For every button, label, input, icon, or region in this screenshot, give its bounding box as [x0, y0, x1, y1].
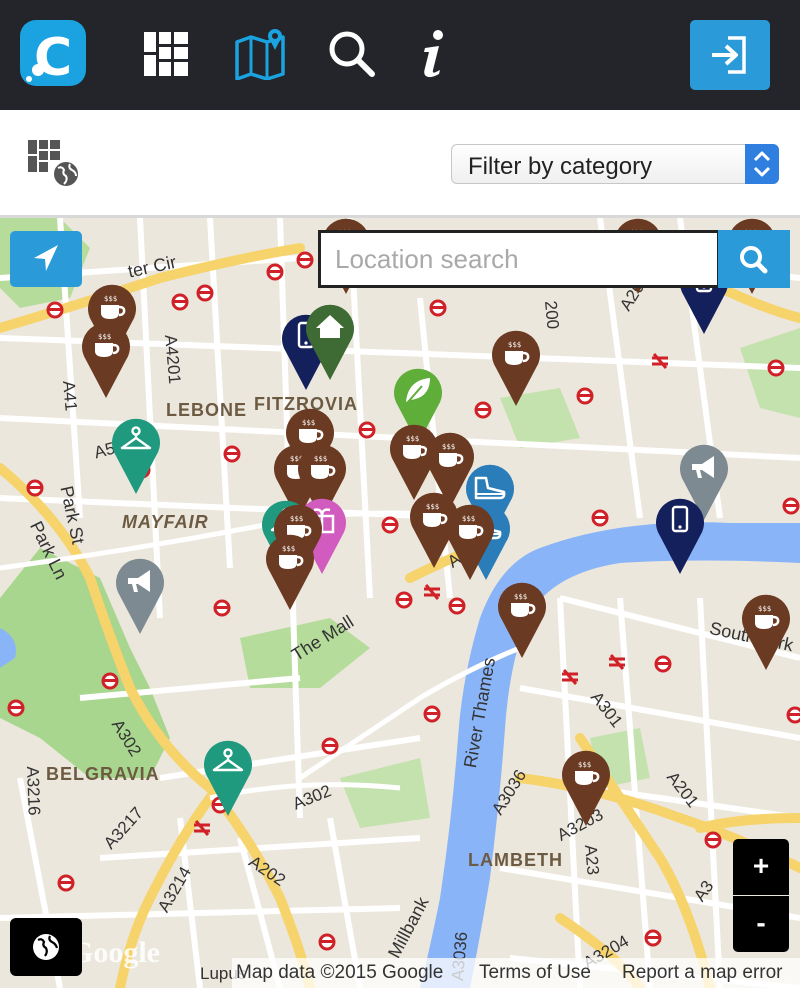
- map-marker-icon[interactable]: [234, 28, 286, 80]
- terms-of-use-link[interactable]: Terms of Use: [479, 962, 591, 984]
- report-map-error-link[interactable]: Report a map error: [622, 962, 783, 984]
- svg-text:$$$: $$$: [104, 295, 117, 303]
- svg-text:$$$: $$$: [442, 443, 455, 451]
- svg-text:$$$: $$$: [426, 503, 439, 511]
- sign-in-icon: [712, 36, 746, 74]
- map-type-button[interactable]: [10, 918, 82, 976]
- svg-text:$$$: $$$: [758, 605, 771, 613]
- cafe-pin-icon[interactable]: $$$: [560, 748, 612, 828]
- map-pins: $$$ $$$ $$$ $$$ $$$ $$$ $$$ $$$ $$$ $$$ $$$ $$$ $$$ $…: [0, 218, 800, 988]
- location-search-button[interactable]: [718, 230, 790, 288]
- category-filter-label: Filter by category: [468, 153, 653, 180]
- logo-dot: [32, 64, 44, 76]
- svg-text:$$$: $$$: [578, 761, 591, 769]
- zoom-out-button[interactable]: -: [733, 896, 789, 952]
- svg-text:$$$: $$$: [282, 545, 295, 553]
- svg-text:$$$: $$$: [406, 435, 419, 443]
- filter-bar: Filter by category: [0, 110, 800, 218]
- cafe-pin-icon[interactable]: $$$: [490, 328, 542, 408]
- svg-text:$$$: $$$: [508, 341, 521, 349]
- home-pin-icon[interactable]: [304, 302, 356, 382]
- svg-text:$$$: $$$: [98, 333, 111, 341]
- grid-icon[interactable]: [140, 28, 192, 80]
- logo-letter: C: [34, 28, 73, 86]
- svg-text:$$$: $$$: [462, 515, 475, 523]
- login-button[interactable]: [690, 20, 770, 90]
- tech-pin-icon[interactable]: [654, 496, 706, 576]
- info-icon[interactable]: [408, 28, 460, 80]
- cafe-pin-icon[interactable]: $$$: [496, 580, 548, 660]
- grid-globe-icon[interactable]: [26, 138, 82, 190]
- globe-icon: [33, 934, 59, 960]
- zoom-in-button[interactable]: +: [733, 839, 789, 895]
- map-attribution: Map data ©2015 Google Terms of Use Repor…: [232, 958, 800, 988]
- cafe-pin-icon[interactable]: $$$: [444, 502, 496, 582]
- category-filter-select[interactable]: Filter by category: [451, 144, 779, 184]
- search-icon: [740, 246, 768, 274]
- logo-dot-small: [26, 76, 32, 82]
- svg-text:$$$: $$$: [290, 515, 303, 523]
- top-navigation-bar: C: [0, 0, 800, 110]
- svg-text:$$$: $$$: [314, 455, 327, 463]
- fashion-pin-icon[interactable]: [110, 416, 162, 496]
- map-canvas[interactable]: LEBONE FITZROVIA MAYFAIR BELGRAVIA LAMBE…: [0, 218, 800, 988]
- svg-text:$$$: $$$: [302, 419, 315, 427]
- cafe-pin-icon[interactable]: $$$: [740, 592, 792, 672]
- search-icon[interactable]: [326, 28, 378, 80]
- select-arrows-icon: [745, 144, 779, 184]
- news-pin-icon[interactable]: [114, 556, 166, 636]
- location-search-input[interactable]: [321, 233, 717, 285]
- location-arrow-icon: [34, 245, 58, 271]
- fashion-pin-icon[interactable]: [202, 738, 254, 818]
- locate-me-button[interactable]: [10, 231, 82, 287]
- svg-text:$$$: $$$: [514, 593, 527, 601]
- map-data-credit: Map data ©2015 Google: [236, 962, 444, 983]
- location-search-box: [318, 230, 720, 288]
- cafe-pin-icon[interactable]: $$$: [264, 532, 316, 612]
- app-logo[interactable]: C: [20, 20, 86, 86]
- cafe-pin-icon[interactable]: $$$: [80, 320, 132, 400]
